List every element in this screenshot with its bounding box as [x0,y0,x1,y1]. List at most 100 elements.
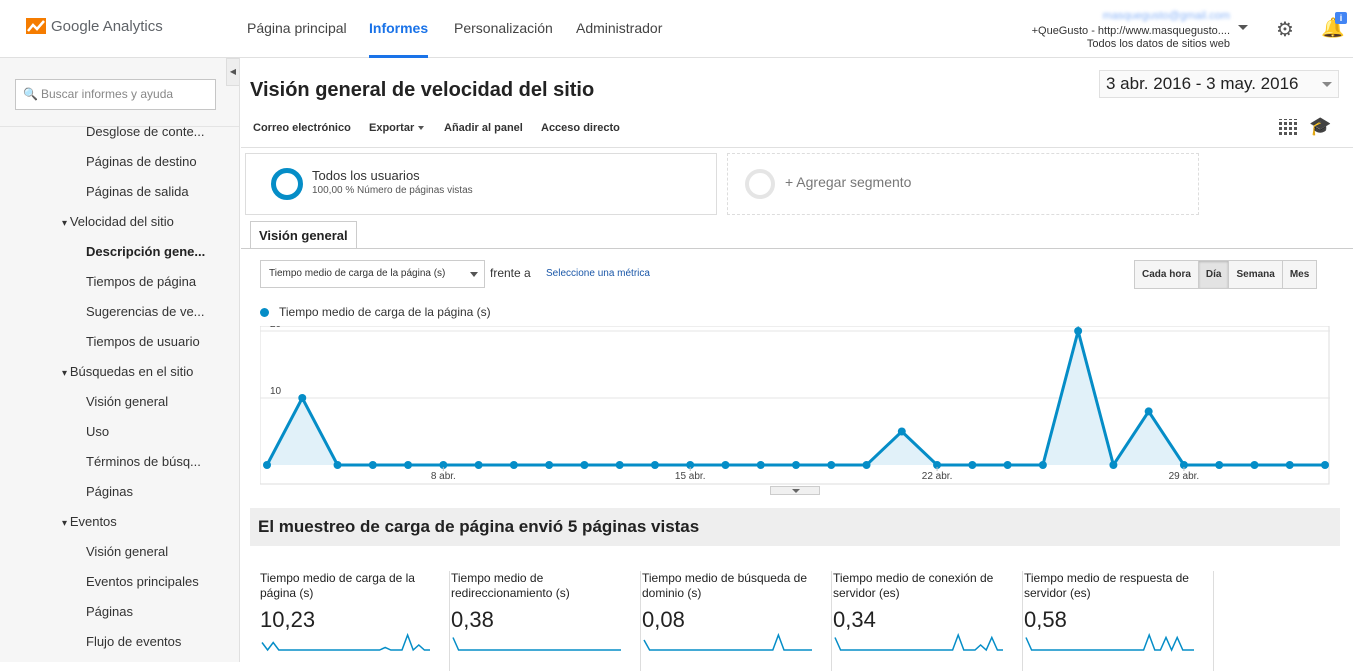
metric-sparkline [643,632,812,651]
nav-customization[interactable]: Personalización [454,0,553,58]
sidebar-item[interactable]: Visión general [86,544,168,559]
metric-card[interactable]: Tiempo medio de respuesta de servidor (e… [1024,571,1214,671]
sidebar-item[interactable]: Uso [86,424,109,439]
sidebar-item[interactable]: Eventos principales [86,574,199,589]
google-analytics-logo[interactable]: Google Analytics [26,16,163,36]
chart-resize-handle[interactable] [770,486,820,495]
segment-all-users[interactable]: Todos los usuarios 100,00 % Número de pá… [245,153,717,215]
period-week-button[interactable]: Semana [1229,261,1283,288]
period-day-button[interactable]: Día [1198,261,1230,288]
load-time-chart: 10 20 8 abr. 15 abr. 22 abr. 29 abr. [260,326,1330,485]
account-view: Todos los datos de sitios web [1086,38,1230,50]
sidebar-item[interactable]: Sugerencias de ve... [86,304,205,319]
metric-card[interactable]: Tiempo medio de redireccionamiento (s) 0,… [451,571,641,671]
data-point [474,461,483,469]
data-point [1038,461,1047,469]
email-button[interactable]: Correo electrónico [253,122,351,134]
sidebar-item-label: Visión general [86,394,169,409]
data-point [1215,461,1224,469]
expand-caret-icon: ▾ [62,218,70,229]
x-tick-label: 8 abr. [431,471,456,482]
data-point [792,461,800,469]
sparkline-line [1025,632,1194,652]
metric-card[interactable]: Tiempo medio de búsqueda de dominio (s) 0… [642,571,832,671]
sidebar-item-label: Descripción gene... [86,244,206,259]
sidebar-item-label: Desglose de conte... [86,124,205,139]
sidebar-item[interactable]: Páginas de destino [86,154,197,169]
date-range-text: 3 abr. 2016 - 3 may. 2016 [1106,74,1299,93]
sidebar-item-label: Páginas de salida [86,184,189,199]
sidebar-item-label: Páginas [86,484,133,499]
data-point [580,461,589,469]
metric-sparkline [261,632,430,652]
sidebar-item-label: Búsquedas en el sitio [69,364,194,379]
sidebar-item-label: Sugerencias de ve... [86,304,205,319]
sidebar-item[interactable]: Páginas [86,484,133,499]
metric-card[interactable]: Tiempo medio de conexión de servidor (es… [833,571,1023,671]
product-name: Google Analytics [51,17,163,35]
sidebar: 🔍 Buscar informes y ayuda ◀ Desglose de … [0,58,240,662]
nav-reports[interactable]: Informes [369,0,429,58]
graduation-cap-icon[interactable]: 🎓 [1309,116,1331,137]
metric-card-label: Tiempo medio de carga de la página (s) [260,571,415,600]
tab-overview[interactable]: Visión general [250,221,357,249]
account-selector[interactable]: masquegusto@gmail.com +QueGusto - http:/… [1032,10,1230,51]
data-point [368,461,377,469]
metric-card[interactable]: Tiempo medio de carga de la página (s) 10… [260,571,450,671]
y-tick-label: 20 [270,326,282,330]
sidebar-item[interactable]: Desglose de conte... [86,124,205,139]
account-chevron-down-icon[interactable] [1238,25,1248,30]
segment-detail: 100,00 % Número de páginas vistas [312,185,473,196]
sidebar-item[interactable]: Flujo de eventos [86,634,181,649]
sparkline-line [261,632,430,652]
export-button[interactable]: Exportar [369,122,425,134]
sidebar-item[interactable]: Descripción gene... [86,244,205,259]
sidebar-item-label: Páginas [86,604,133,619]
select-metric-link[interactable]: Seleccione una métrica [546,268,650,279]
period-toggle: Cada hora Día Semana Mes [1134,260,1318,289]
shortcut-button[interactable]: Acceso directo [541,122,620,134]
sidebar-section-header[interactable]: ▾ Eventos [62,514,117,529]
metric-sparkline [834,632,1003,652]
metric-selector[interactable]: Tiempo medio de carga de la página (s) [260,260,485,288]
data-point [1074,327,1083,335]
period-month-button[interactable]: Mes [1282,261,1317,288]
legend-dot [260,307,269,317]
data-point [1250,461,1259,469]
x-tick-label: 15 abr. [675,471,706,482]
search-input[interactable]: 🔍 Buscar informes y ayuda [15,79,216,110]
top-bar: Google Analytics Página principal Inform… [0,0,1353,58]
metric-selector-value: Tiempo medio de carga de la página (s) [269,268,446,279]
data-point [650,461,659,469]
sidebar-section-header[interactable]: ▾ Búsquedas en el sitio [62,364,193,379]
gear-icon[interactable]: ⚙ [1276,17,1294,42]
collapse-sidebar-button[interactable]: ◀ [226,58,239,86]
sidebar-item[interactable]: Términos de búsq... [86,454,201,469]
sidebar-item-label: Páginas de destino [86,154,197,169]
date-range-picker[interactable]: 3 abr. 2016 - 3 may. 2016 [1099,70,1339,98]
sidebar-item[interactable]: Páginas de salida [86,184,189,199]
sidebar-item[interactable]: Tiempos de página [86,274,196,289]
segment-ring-icon [271,168,303,200]
add-segment-button[interactable]: + Agregar segmento [727,153,1199,215]
sidebar-item-label: Términos de búsq... [86,454,201,469]
nav-home[interactable]: Página principal [247,0,347,58]
sidebar-section-header[interactable]: ▾ Velocidad del sitio [62,214,174,229]
tab-divider [241,248,1353,249]
sidebar-item[interactable]: Tiempos de usuario [86,334,200,349]
sidebar-item[interactable]: Páginas [86,604,133,619]
add-to-dashboard-button[interactable]: Añadir al panel [444,122,523,134]
x-tick-label: 29 abr. [1169,471,1200,482]
sparkline-line [452,637,621,651]
sidebar-item[interactable]: Visión general [86,394,168,409]
nav-admin[interactable]: Administrador [576,0,662,58]
metric-card-label: Tiempo medio de conexión de servidor (es… [833,571,994,600]
grid-icon[interactable] [1279,119,1297,137]
data-point [1109,461,1118,469]
data-point [545,461,554,469]
date-chevron-down-icon [1322,82,1332,87]
notification-badge[interactable]: i [1335,12,1347,24]
period-hourly-button[interactable]: Cada hora [1135,261,1199,288]
sidebar-item-label: Eventos principales [86,574,199,589]
search-icon: 🔍 [23,87,38,101]
